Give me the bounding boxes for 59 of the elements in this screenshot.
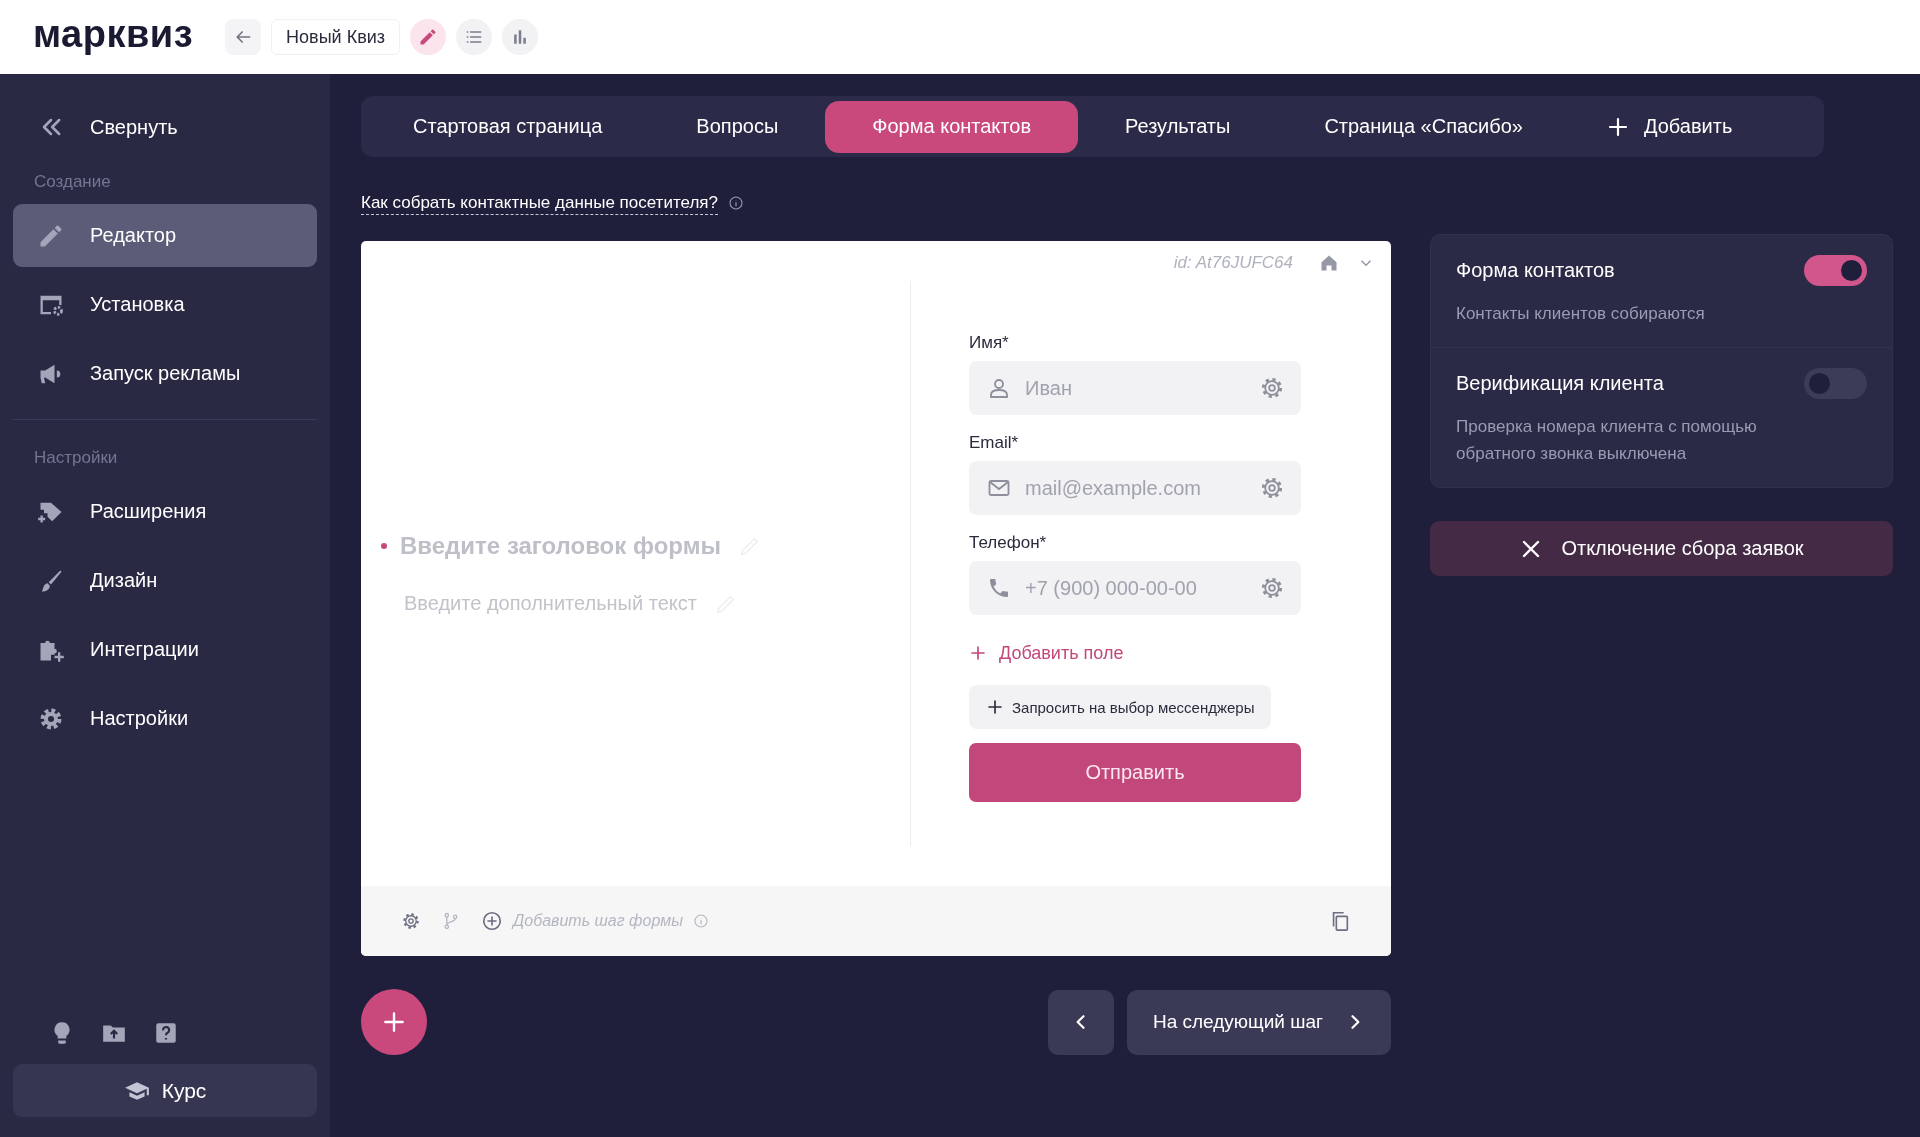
toggle-switch[interactable] <box>1804 368 1867 399</box>
info-icon <box>692 913 709 929</box>
sidebar-item[interactable]: Настройки <box>13 687 317 750</box>
settings-icon[interactable] <box>1259 475 1285 501</box>
list-button[interactable] <box>456 19 492 55</box>
required-dot-icon <box>381 543 387 549</box>
sidebar-item[interactable]: Редактор <box>13 204 317 267</box>
pencil-icon <box>418 27 438 47</box>
field-label: Email* <box>969 433 1020 453</box>
field-label: Телефон* <box>969 533 1048 553</box>
tab[interactable]: Вопросы <box>649 100 826 153</box>
add-tab-button[interactable]: Добавить <box>1569 100 1763 153</box>
tab[interactable]: Результаты <box>1078 100 1278 153</box>
collapse-button[interactable]: Свернуть <box>13 100 317 154</box>
submit-button[interactable]: Отправить <box>969 743 1301 802</box>
sidebar-item[interactable]: Расширения <box>13 480 317 543</box>
tab[interactable]: Страница «Спасибо» <box>1277 100 1570 153</box>
add-field-link[interactable]: Добавить поле <box>969 637 1124 669</box>
plus-icon <box>381 1009 407 1035</box>
setting-description: Проверка номера клиента с помощью обратного звонка выключена <box>1456 416 1758 465</box>
settings-icon[interactable] <box>1259 575 1285 601</box>
next-step-button[interactable]: На следующий шаг <box>1126 989 1391 1055</box>
input-field[interactable]: mail@example.com <box>969 461 1301 515</box>
help-icon[interactable] <box>153 1020 179 1046</box>
messengers-button[interactable]: Запросить на выбор мессенджеры <box>969 685 1272 729</box>
input-field[interactable]: +7 (900) 000-00-00 <box>969 561 1301 615</box>
info-icon <box>727 195 744 211</box>
logo: марквиз <box>33 12 194 56</box>
sidebar-item[interactable]: Установка <box>13 273 317 336</box>
field-label: Имя* <box>969 333 1010 353</box>
plus-circle-icon <box>481 910 503 932</box>
tab[interactable]: Стартовая страница <box>366 100 650 153</box>
tab[interactable]: Форма контактов <box>825 100 1079 153</box>
section-title: Создание <box>33 171 112 193</box>
setting-title: Форма контактов <box>1456 259 1615 282</box>
settings-icon[interactable] <box>1259 375 1285 401</box>
edit-button[interactable] <box>410 19 446 55</box>
home-icon[interactable] <box>1319 253 1339 273</box>
setting-title: Верификация клиента <box>1456 372 1664 395</box>
plus-icon <box>969 644 987 662</box>
previous-button[interactable] <box>1047 989 1114 1055</box>
quiz-title[interactable]: Новый Квиз <box>271 19 400 55</box>
settings-icon[interactable] <box>401 911 421 931</box>
sidebar-item[interactable]: Запуск рекламы <box>13 342 317 405</box>
back-button[interactable] <box>225 19 262 55</box>
sidebar-item[interactable]: Дизайн <box>13 549 317 612</box>
plus-icon <box>986 698 1004 716</box>
step-id: id: At76JUFC64 <box>1173 253 1293 273</box>
section-title: Настройки <box>33 447 119 469</box>
course-button[interactable]: Курс <box>13 1064 317 1117</box>
phone-icon <box>987 576 1011 600</box>
input-field[interactable]: Иван <box>969 361 1301 415</box>
person-icon <box>987 376 1011 400</box>
stats-button[interactable] <box>502 19 538 55</box>
sidebar-item[interactable]: Интеграции <box>13 618 317 681</box>
setting-description: Контакты клиентов собираются <box>1456 303 1706 325</box>
toggle-switch[interactable] <box>1804 255 1867 286</box>
help-link[interactable]: Как собрать контактные данные посетителя? <box>361 191 718 215</box>
disable-button[interactable]: Отключение сбора заявок <box>1430 521 1893 576</box>
